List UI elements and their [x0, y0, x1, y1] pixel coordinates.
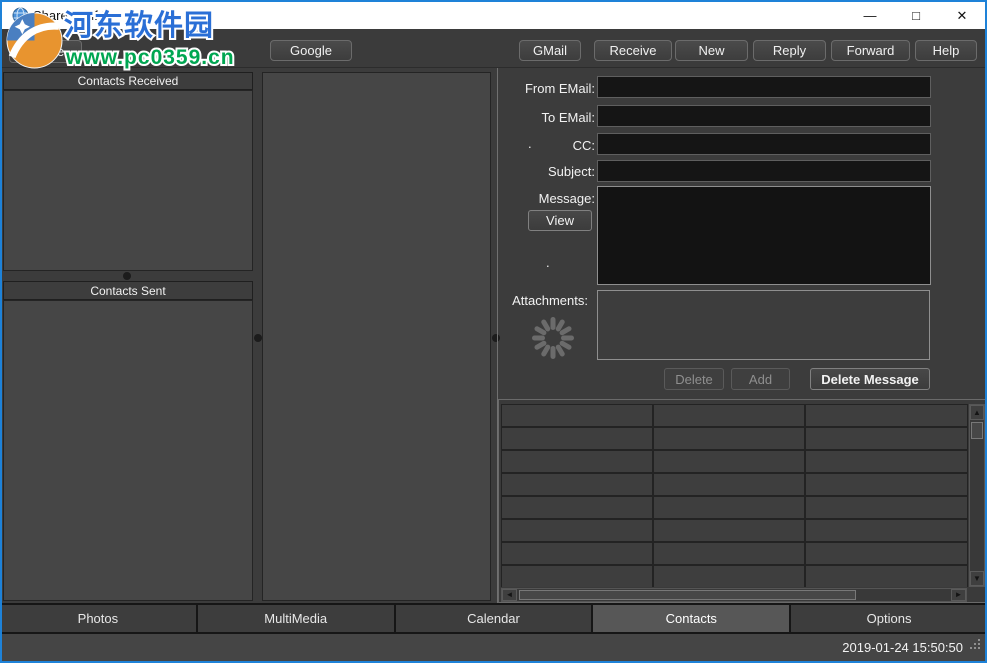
contacts-received-header: Contacts Received [3, 72, 253, 90]
contacts-sent-header: Contacts Sent [3, 281, 253, 300]
gmail-button[interactable]: GMail [519, 40, 581, 61]
google-button[interactable]: Google [270, 40, 352, 61]
grid-cell[interactable] [806, 451, 967, 472]
attachment-delete-button[interactable]: Delete [664, 368, 724, 390]
view-button[interactable]: View [528, 210, 592, 231]
horizontal-scrollbar[interactable]: ◄ ► [501, 588, 967, 602]
minimize-button[interactable]: — [847, 2, 893, 29]
attachments-box[interactable] [597, 290, 930, 360]
vertical-scrollbar[interactable]: ▲ ▼ [969, 404, 985, 587]
cc-label: CC: [450, 138, 595, 153]
reply-button[interactable]: Reply [753, 40, 826, 61]
grid-cell[interactable] [654, 474, 804, 495]
tab-bar: Photos MultiMedia Calendar Contacts Opti… [0, 603, 987, 634]
left-splitter-handle[interactable] [254, 334, 262, 342]
title-bar: Share Stuff 3 — □ ✕ [2, 2, 985, 29]
scroll-left-button[interactable]: ◄ [502, 589, 517, 601]
scroll-up-button[interactable]: ▲ [970, 405, 984, 420]
grid-cell[interactable] [806, 543, 967, 564]
window-controls: — □ ✕ [847, 2, 985, 29]
contacts-received-list[interactable] [3, 90, 253, 271]
close-button[interactable]: ✕ [939, 2, 985, 29]
grid-cell[interactable] [654, 543, 804, 564]
toolbar: Delete Google GMail Receive New Reply Fo… [2, 29, 985, 68]
subject-label: Subject: [450, 164, 595, 179]
to-email-field[interactable] [597, 105, 931, 127]
grid-cell[interactable] [806, 474, 967, 495]
grid-cell[interactable] [806, 566, 967, 587]
grid-cell[interactable] [654, 497, 804, 518]
grid-cell[interactable] [502, 451, 652, 472]
maximize-button[interactable]: □ [893, 2, 939, 29]
message-box[interactable] [597, 186, 931, 285]
window-title: Share Stuff 3 [33, 8, 109, 23]
status-bar: 2019-01-24 15:50:50 [0, 634, 987, 663]
subject-field[interactable] [597, 160, 931, 182]
grid-cell[interactable] [502, 497, 652, 518]
delete-toolbar-button[interactable]: Delete [9, 40, 82, 63]
loading-spinner-icon [531, 316, 575, 365]
from-email-field[interactable] [597, 76, 931, 98]
scroll-right-button[interactable]: ► [951, 589, 966, 601]
vertical-scroll-thumb[interactable] [971, 422, 983, 439]
grid-cell[interactable] [654, 405, 804, 426]
grid-cell[interactable] [806, 405, 967, 426]
right-splitter-handle[interactable] [492, 334, 500, 342]
grid-cell[interactable] [654, 451, 804, 472]
grid-cell[interactable] [806, 497, 967, 518]
cc-field[interactable] [597, 133, 931, 155]
tab-photos[interactable]: Photos [0, 605, 198, 632]
attachment-add-button[interactable]: Add [731, 368, 790, 390]
tab-options[interactable]: Options [791, 605, 987, 632]
contacts-sent-list[interactable] [3, 300, 253, 601]
tab-contacts[interactable]: Contacts [593, 605, 791, 632]
tab-calendar[interactable]: Calendar [396, 605, 594, 632]
tab-multimedia[interactable]: MultiMedia [198, 605, 396, 632]
grid-cell[interactable] [502, 428, 652, 449]
from-email-label: From EMail: [450, 81, 595, 96]
message-grid[interactable] [501, 404, 968, 587]
status-timestamp: 2019-01-24 15:50:50 [842, 640, 963, 655]
scroll-down-button[interactable]: ▼ [970, 571, 984, 586]
new-button[interactable]: New [675, 40, 748, 61]
message-label: Message: [450, 191, 595, 206]
mid-dot-label: . [546, 255, 556, 270]
grid-cell[interactable] [502, 474, 652, 495]
contacts-sent-label: Contacts Sent [90, 284, 165, 298]
forward-button[interactable]: Forward [831, 40, 910, 61]
help-button[interactable]: Help [915, 40, 977, 61]
grid-cell[interactable] [502, 520, 652, 541]
resize-grip[interactable] [969, 637, 981, 655]
delete-message-button[interactable]: Delete Message [810, 368, 930, 390]
grid-cell[interactable] [654, 428, 804, 449]
horizontal-splitter-handle[interactable] [123, 272, 131, 280]
attachments-label: Attachments: [450, 293, 588, 308]
grid-cell[interactable] [654, 520, 804, 541]
to-email-label: To EMail: [450, 110, 595, 125]
app-icon [12, 7, 29, 29]
receive-button[interactable]: Receive [594, 40, 672, 61]
grid-cell[interactable] [806, 520, 967, 541]
grid-cell[interactable] [502, 405, 652, 426]
grid-cell[interactable] [502, 543, 652, 564]
horizontal-scroll-thumb[interactable] [519, 590, 856, 600]
app-window: Share Stuff 3 — □ ✕ Delete Google GMail … [0, 0, 987, 663]
contacts-received-label: Contacts Received [78, 74, 179, 88]
grid-cell[interactable] [806, 428, 967, 449]
grid-cell[interactable] [502, 566, 652, 587]
grid-cell[interactable] [654, 566, 804, 587]
